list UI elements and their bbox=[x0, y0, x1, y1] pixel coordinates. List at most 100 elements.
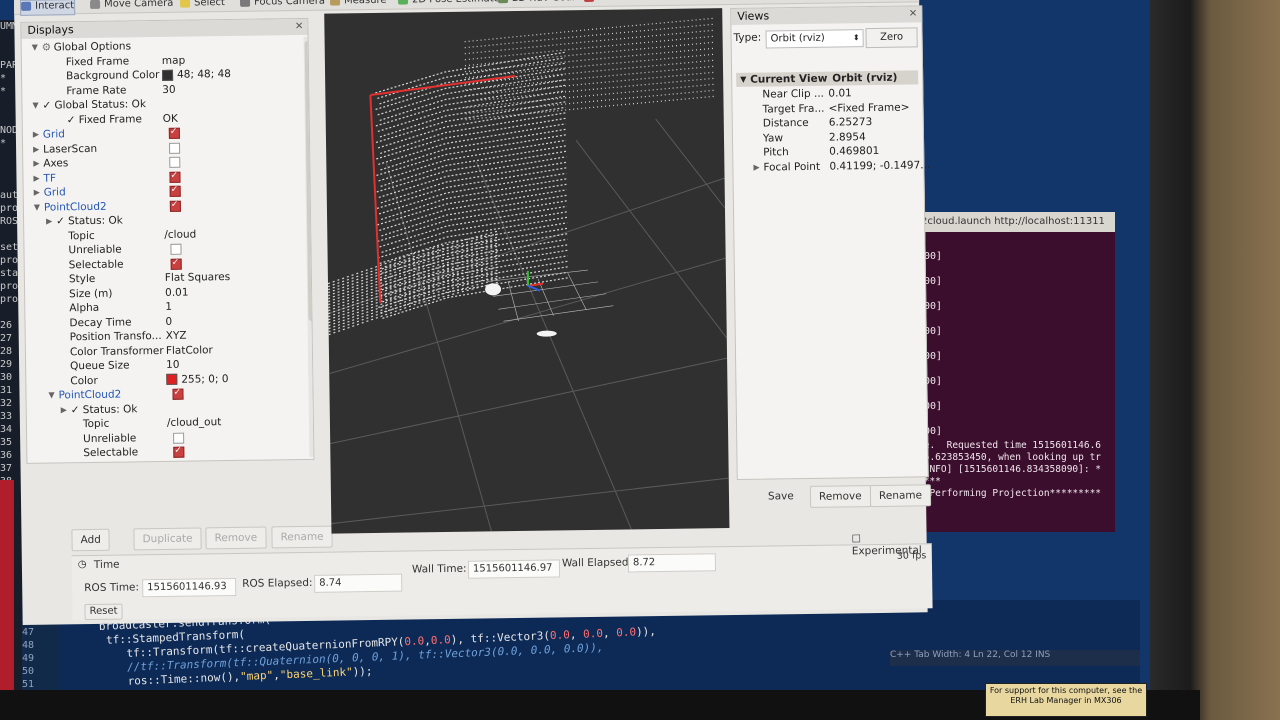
current-view-row[interactable]: ▼ Current View Orbit (rviz) bbox=[736, 70, 919, 87]
enable-checkbox[interactable] bbox=[172, 388, 184, 400]
launch-terminal-title[interactable]: 2cloud.launch http://localhost:11311 bbox=[915, 212, 1115, 232]
enable-checkbox[interactable] bbox=[169, 156, 181, 168]
enable-checkbox[interactable] bbox=[170, 243, 182, 255]
rename-view-button[interactable]: Rename bbox=[869, 484, 932, 508]
display-row-value-cell[interactable]: XYZ bbox=[166, 329, 187, 344]
expand-arrow-icon[interactable]: ▶ bbox=[33, 128, 39, 143]
display-row-value-cell[interactable]: /cloud bbox=[164, 227, 196, 242]
display-row-value[interactable]: /cloud bbox=[164, 228, 196, 240]
expand-arrow-icon[interactable]: ▶ bbox=[61, 403, 67, 418]
display-row-label: Fixed Frame bbox=[65, 54, 130, 68]
zero-button[interactable]: Zero bbox=[865, 27, 918, 49]
status-ok-icon: ✓ bbox=[70, 403, 80, 416]
remove-view-button[interactable]: Remove bbox=[809, 485, 871, 508]
display-row-value-cell[interactable]: Flat Squares bbox=[167, 458, 232, 463]
rename-display-button[interactable]: Rename bbox=[271, 525, 333, 549]
display-row-value-cell[interactable]: map bbox=[162, 53, 186, 68]
view-property-value[interactable]: 0.01 bbox=[828, 86, 852, 101]
ros-elapsed-field[interactable]: 8.74 bbox=[314, 573, 403, 593]
save-view-button[interactable]: Save bbox=[760, 486, 802, 507]
enable-checkbox[interactable] bbox=[169, 171, 181, 183]
display-row-value[interactable]: 0 bbox=[165, 315, 172, 327]
wall-elapsed-field[interactable]: 8.72 bbox=[627, 553, 717, 573]
enable-checkbox[interactable] bbox=[168, 127, 180, 139]
display-row-value[interactable]: FlatColor bbox=[166, 344, 213, 357]
current-view-value: Orbit (rviz) bbox=[832, 71, 898, 85]
display-row-value-cell[interactable]: 48; 48; 48 bbox=[161, 67, 231, 82]
expand-arrow-icon[interactable]: ▶ bbox=[46, 214, 52, 229]
tool-focus-camera[interactable]: Focus Camera bbox=[239, 0, 326, 11]
expand-arrow-icon[interactable]: ▶ bbox=[33, 157, 39, 172]
display-row-label: Frame Rate bbox=[66, 83, 127, 97]
expand-arrow-icon[interactable]: ▶ bbox=[33, 142, 39, 157]
display-row-value[interactable]: 30 bbox=[162, 83, 176, 95]
display-row-value-cell[interactable]: 255; 0; 0 bbox=[166, 372, 229, 387]
collapse-arrow-icon[interactable]: ▼ bbox=[32, 99, 38, 114]
close-icon[interactable]: ✕ bbox=[909, 6, 918, 22]
view-type-select[interactable]: Orbit (rviz) ⬍ bbox=[765, 29, 864, 49]
enable-checkbox[interactable] bbox=[169, 142, 181, 154]
display-row-value-cell[interactable]: 0.01 bbox=[165, 285, 189, 300]
display-row-value[interactable]: 0.01 bbox=[165, 286, 189, 298]
display-row-value[interactable]: Flat Squares bbox=[165, 271, 230, 284]
tool-measure[interactable]: Measure bbox=[329, 0, 387, 10]
enable-checkbox[interactable] bbox=[169, 200, 181, 212]
view-property-value[interactable]: 6.25273 bbox=[829, 115, 873, 130]
display-row-value[interactable]: 48; 48; 48 bbox=[177, 68, 231, 81]
display-row-value-cell[interactable]: Flat Squares bbox=[165, 270, 230, 285]
enable-checkbox[interactable] bbox=[170, 258, 182, 270]
enable-checkbox[interactable] bbox=[169, 185, 181, 197]
reset-button[interactable]: Reset bbox=[84, 603, 123, 621]
display-row-value[interactable]: XYZ bbox=[166, 330, 187, 342]
display-row-value[interactable]: Flat Squares bbox=[167, 459, 232, 463]
display-row-value-cell[interactable]: FlatColor bbox=[166, 343, 213, 358]
expand-arrow-icon[interactable]: ▶ bbox=[34, 186, 40, 201]
close-icon[interactable]: ✕ bbox=[295, 19, 304, 35]
ros-time-field[interactable]: 1515601146.93 bbox=[142, 577, 237, 598]
view-property-value[interactable]: <Fixed Frame> bbox=[828, 100, 910, 116]
view-property-row[interactable]: ▶ Focal Point 0.41199; -0.1497... bbox=[733, 158, 930, 175]
display-row-label: Queue Size bbox=[70, 359, 130, 373]
enable-checkbox[interactable] bbox=[173, 432, 185, 444]
tool-label: Focus Camera bbox=[253, 0, 326, 8]
display-row-label: Grid bbox=[42, 128, 66, 141]
wall-time-field[interactable]: 1515601146.97 bbox=[467, 559, 561, 579]
display-row-value-cell[interactable]: 30 bbox=[162, 82, 176, 97]
color-swatch[interactable] bbox=[161, 69, 174, 81]
collapse-arrow-icon[interactable]: ▼ bbox=[48, 388, 54, 403]
display-row-value[interactable]: 10 bbox=[166, 359, 180, 371]
collapse-arrow-icon[interactable]: ▼ bbox=[34, 200, 40, 215]
display-row-value-cell[interactable]: 10 bbox=[166, 358, 180, 373]
display-row-value-cell[interactable]: 0 bbox=[165, 314, 172, 329]
duplicate-button[interactable]: Duplicate bbox=[133, 527, 202, 551]
tool-move-camera[interactable]: Move Camera bbox=[89, 0, 174, 13]
add-button[interactable]: Add bbox=[71, 528, 111, 552]
tool-2d-nav-goal[interactable]: 2D Nav Goal bbox=[497, 0, 575, 7]
display-row-value[interactable]: 1 bbox=[165, 301, 172, 313]
tool-label: 2D Nav Goal bbox=[512, 0, 575, 4]
tool-2d-pose-estimate[interactable]: 2D Pose Estimate bbox=[397, 0, 500, 9]
display-row-value[interactable]: /cloud_out bbox=[167, 416, 222, 429]
tool-select[interactable]: Select bbox=[179, 0, 225, 12]
display-row-value[interactable]: 255; 0; 0 bbox=[181, 373, 228, 386]
collapse-arrow-icon[interactable]: ▼ bbox=[32, 41, 38, 56]
view-property-value[interactable]: 0.41199; -0.1497... bbox=[829, 158, 930, 174]
view-property-value[interactable]: 2.8954 bbox=[829, 130, 866, 145]
tool-publish-point[interactable]: Publish Point bbox=[583, 0, 662, 6]
expand-arrow-icon[interactable]: ▶ bbox=[33, 171, 39, 186]
display-row-label: Status: Ok bbox=[82, 402, 138, 416]
color-swatch[interactable] bbox=[166, 373, 178, 385]
tool-interact[interactable]: Interact bbox=[19, 0, 76, 16]
3d-viewport[interactable] bbox=[324, 8, 730, 534]
display-row-value-cell[interactable]: 1 bbox=[165, 300, 172, 315]
expand-arrow-icon[interactable]: ▶ bbox=[753, 160, 759, 175]
remove-display-button[interactable]: Remove bbox=[205, 526, 267, 550]
display-row-value[interactable]: map bbox=[162, 54, 185, 66]
display-row-value-cell[interactable]: OK bbox=[163, 111, 178, 126]
display-row-value-cell[interactable]: /cloud_out bbox=[167, 415, 222, 430]
enable-checkbox[interactable] bbox=[173, 446, 185, 458]
expand-arrow-icon[interactable]: ▼ bbox=[740, 73, 746, 87]
display-row-value[interactable]: OK bbox=[163, 112, 178, 124]
tool-label: Move Camera bbox=[103, 0, 174, 10]
view-property-value[interactable]: 0.469801 bbox=[829, 144, 879, 159]
